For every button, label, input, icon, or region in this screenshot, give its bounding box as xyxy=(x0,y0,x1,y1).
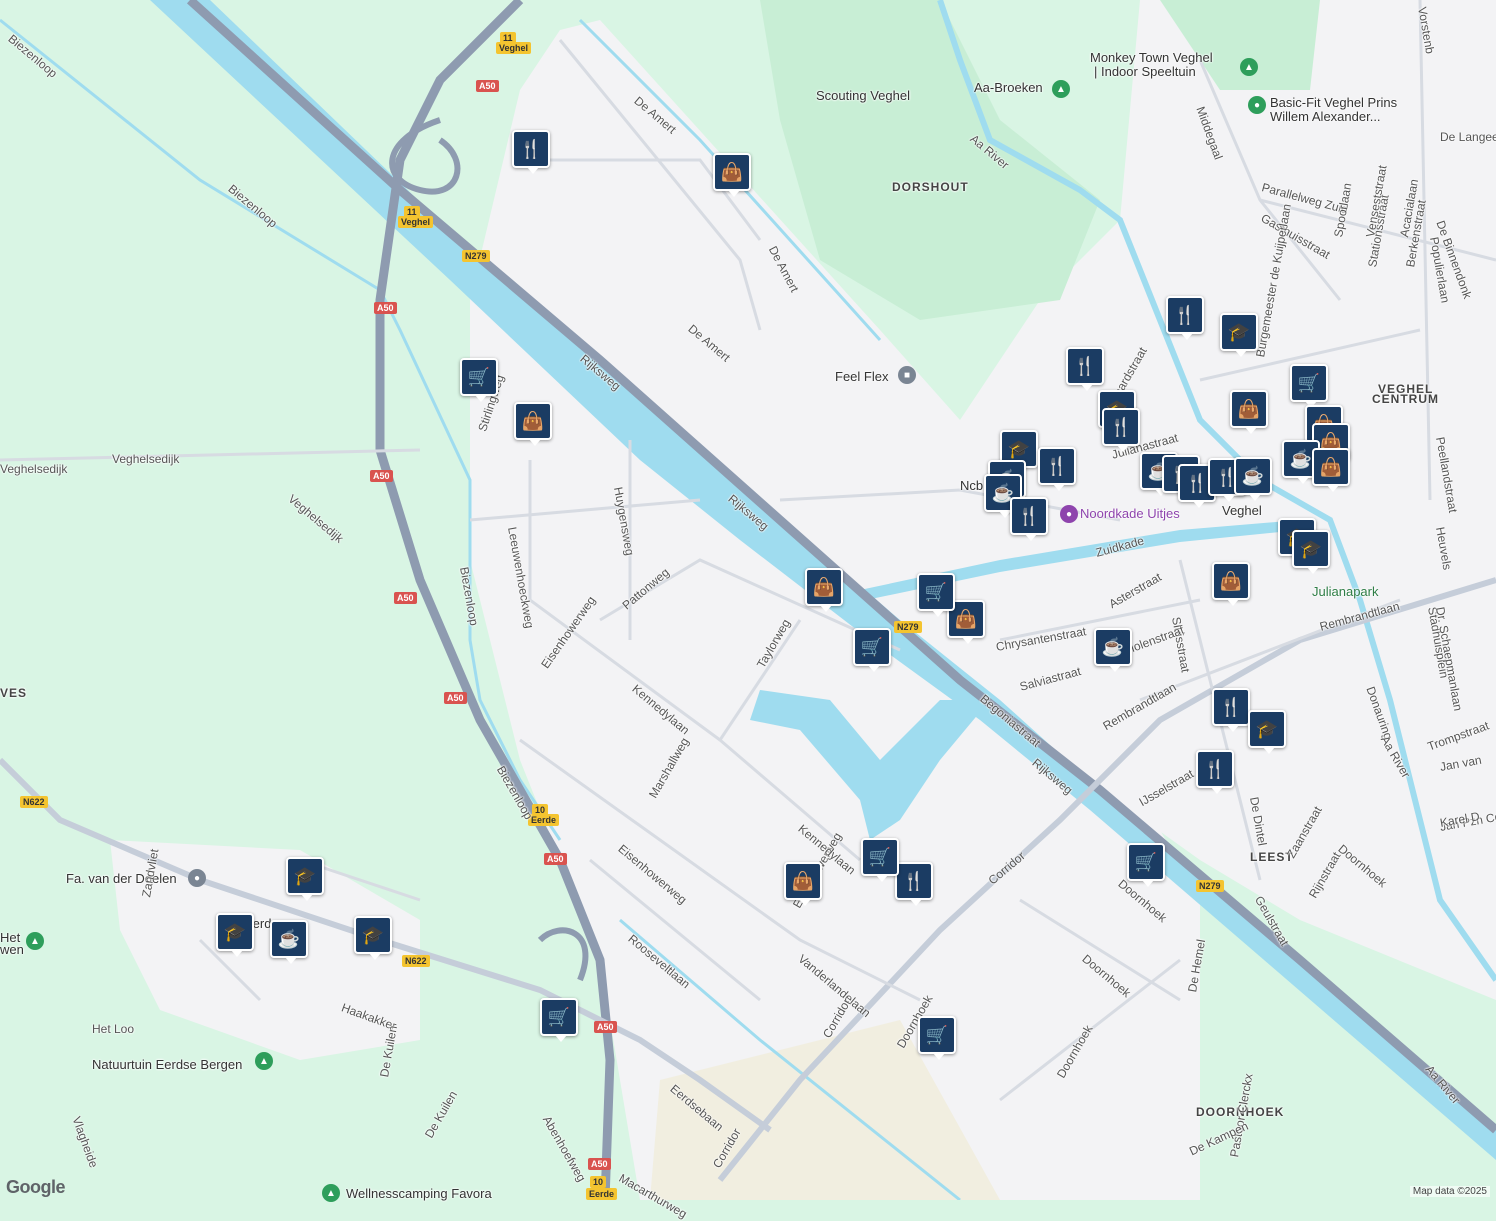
place-label-natuurtuin[interactable]: Natuurtuin Eerdse Bergen xyxy=(92,1057,242,1072)
grocery-cart-icon[interactable]: 🛒 xyxy=(1290,364,1328,408)
restaurant-icon[interactable]: 🍴 xyxy=(1102,408,1140,452)
restaurant-icon[interactable]: 🍴 xyxy=(895,862,933,906)
route-shield-s6: N279 xyxy=(462,250,490,262)
street-label: Veghelsedijk xyxy=(112,452,180,466)
school-icon[interactable]: 🎓 xyxy=(216,913,254,957)
grocery-cart-icon[interactable]: 🛒 xyxy=(861,838,899,882)
grocery-cart-icon[interactable]: 🛒 xyxy=(540,998,578,1042)
place-pin-icon[interactable]: ■ xyxy=(898,366,916,384)
place-label-feelflex[interactable]: Feel Flex xyxy=(835,369,888,384)
place-pin-icon[interactable]: ▲ xyxy=(1240,58,1258,76)
route-shield-s15: N279 xyxy=(894,621,922,633)
place-pin-icon[interactable]: ▲ xyxy=(26,932,44,950)
place-label-wellness[interactable]: Wellnesscamping Favora xyxy=(346,1186,492,1201)
grocery-cart-icon[interactable]: 🛒 xyxy=(1127,843,1165,887)
place-label-aa-broeken[interactable]: Aa-Broeken xyxy=(974,80,1043,95)
restaurant-icon[interactable]: 🍴 xyxy=(1010,497,1048,541)
area-label-ves: VES xyxy=(0,686,28,700)
grocery-cart-icon[interactable]: 🛒 xyxy=(917,573,955,617)
place-label-wen[interactable]: wen xyxy=(0,942,24,957)
route-shield-s19: A50 xyxy=(588,1158,611,1170)
restaurant-icon[interactable]: 🍴 xyxy=(1166,296,1204,340)
street-label: De Langee xyxy=(1440,130,1496,144)
shopping-bag-icon[interactable]: 👜 xyxy=(1212,562,1250,606)
place-pin-icon[interactable]: ● xyxy=(1060,505,1078,523)
school-icon[interactable]: 🎓 xyxy=(354,916,392,960)
place-pin-icon[interactable]: ▲ xyxy=(322,1184,340,1202)
route-shield-s14: A50 xyxy=(544,853,567,865)
place-label-scouting[interactable]: Scouting Veghel xyxy=(816,88,910,103)
grocery-cart-icon[interactable]: 🛒 xyxy=(853,628,891,672)
place-label-julianapark[interactable]: Julianapark xyxy=(1312,584,1379,599)
coffee-icon[interactable]: ☕ xyxy=(270,920,308,964)
place-label-monkey1[interactable]: Monkey Town Veghel xyxy=(1090,50,1213,65)
place-label-ncb[interactable]: Ncb xyxy=(960,478,983,493)
route-shield-s10: A50 xyxy=(444,692,467,704)
shopping-bag-icon[interactable]: 👜 xyxy=(805,568,843,612)
place-pin-icon[interactable]: ● xyxy=(188,869,206,887)
shopping-bag-icon[interactable]: 👜 xyxy=(1230,390,1268,434)
grocery-cart-icon[interactable]: 🛒 xyxy=(918,1016,956,1060)
school-icon[interactable]: 🎓 xyxy=(286,857,324,901)
place-label-basicfit2[interactable]: Willem Alexander... xyxy=(1270,109,1381,124)
map-attribution[interactable]: Map data ©2025 xyxy=(1409,1186,1490,1197)
restaurant-icon[interactable]: 🍴 xyxy=(1212,688,1250,732)
grocery-cart-icon[interactable]: 🛒 xyxy=(460,358,498,402)
google-logo: Google xyxy=(6,1177,66,1197)
route-shield-s18: N279 xyxy=(1196,880,1224,892)
school-icon[interactable]: 🎓 xyxy=(1220,313,1258,357)
place-pin-icon[interactable]: ● xyxy=(1248,96,1266,114)
a50-interchange-2 xyxy=(537,927,589,982)
route-shield-s16: N622 xyxy=(402,955,430,967)
restaurant-icon[interactable]: 🍴 xyxy=(1066,347,1104,391)
route-shield-s20: 10 xyxy=(590,1176,607,1188)
place-pin-icon[interactable]: ▲ xyxy=(1052,80,1070,98)
place-label-noordkade[interactable]: Noordkade Uitjes xyxy=(1080,506,1180,521)
route-shield-s11: N622 xyxy=(20,796,48,808)
shopping-bag-icon[interactable]: 👜 xyxy=(784,862,822,906)
restaurant-icon[interactable]: 🍴 xyxy=(1196,750,1234,794)
area-label-dorshout: DORSHOUT xyxy=(892,180,969,194)
route-shield-s2: Veghel xyxy=(496,42,532,54)
school-icon[interactable]: 🎓 xyxy=(1292,530,1330,574)
restaurant-icon[interactable]: 🍴 xyxy=(512,130,550,174)
place-label-hetloo[interactable]: Het Loo xyxy=(92,1022,134,1036)
route-shield-s9: A50 xyxy=(394,592,417,604)
place-label-monkey2[interactable]: | Indoor Speeltuin xyxy=(1094,64,1196,79)
route-shield-s17: A50 xyxy=(594,1021,617,1033)
route-shield-s3: A50 xyxy=(476,80,499,92)
area-label-veghel-centrum-2: CENTRUM xyxy=(1372,392,1439,406)
coffee-icon[interactable]: ☕ xyxy=(1234,457,1272,501)
shopping-bag-icon[interactable]: 👜 xyxy=(514,402,552,446)
place-label-basicfit1[interactable]: Basic-Fit Veghel Prins xyxy=(1270,95,1397,110)
restaurant-icon[interactable]: 🍴 xyxy=(1038,447,1076,491)
shopping-bag-icon[interactable]: 👜 xyxy=(713,153,751,197)
route-shield-s5: Veghel xyxy=(398,216,434,228)
coffee-icon[interactable]: ☕ xyxy=(1094,628,1132,672)
place-label-doelen[interactable]: Fa. van der Doelen xyxy=(66,871,177,886)
school-icon[interactable]: 🎓 xyxy=(1248,710,1286,754)
route-shield-s8: A50 xyxy=(370,470,393,482)
place-pin-icon[interactable]: ▲ xyxy=(255,1052,273,1070)
route-shield-s21: Eerde xyxy=(586,1188,618,1200)
street-label: Veghelsedijk xyxy=(0,462,68,476)
shopping-bag-icon[interactable]: 👜 xyxy=(1312,448,1350,492)
place-label-veghel[interactable]: Veghel xyxy=(1222,503,1262,518)
route-shield-s7: A50 xyxy=(374,302,397,314)
